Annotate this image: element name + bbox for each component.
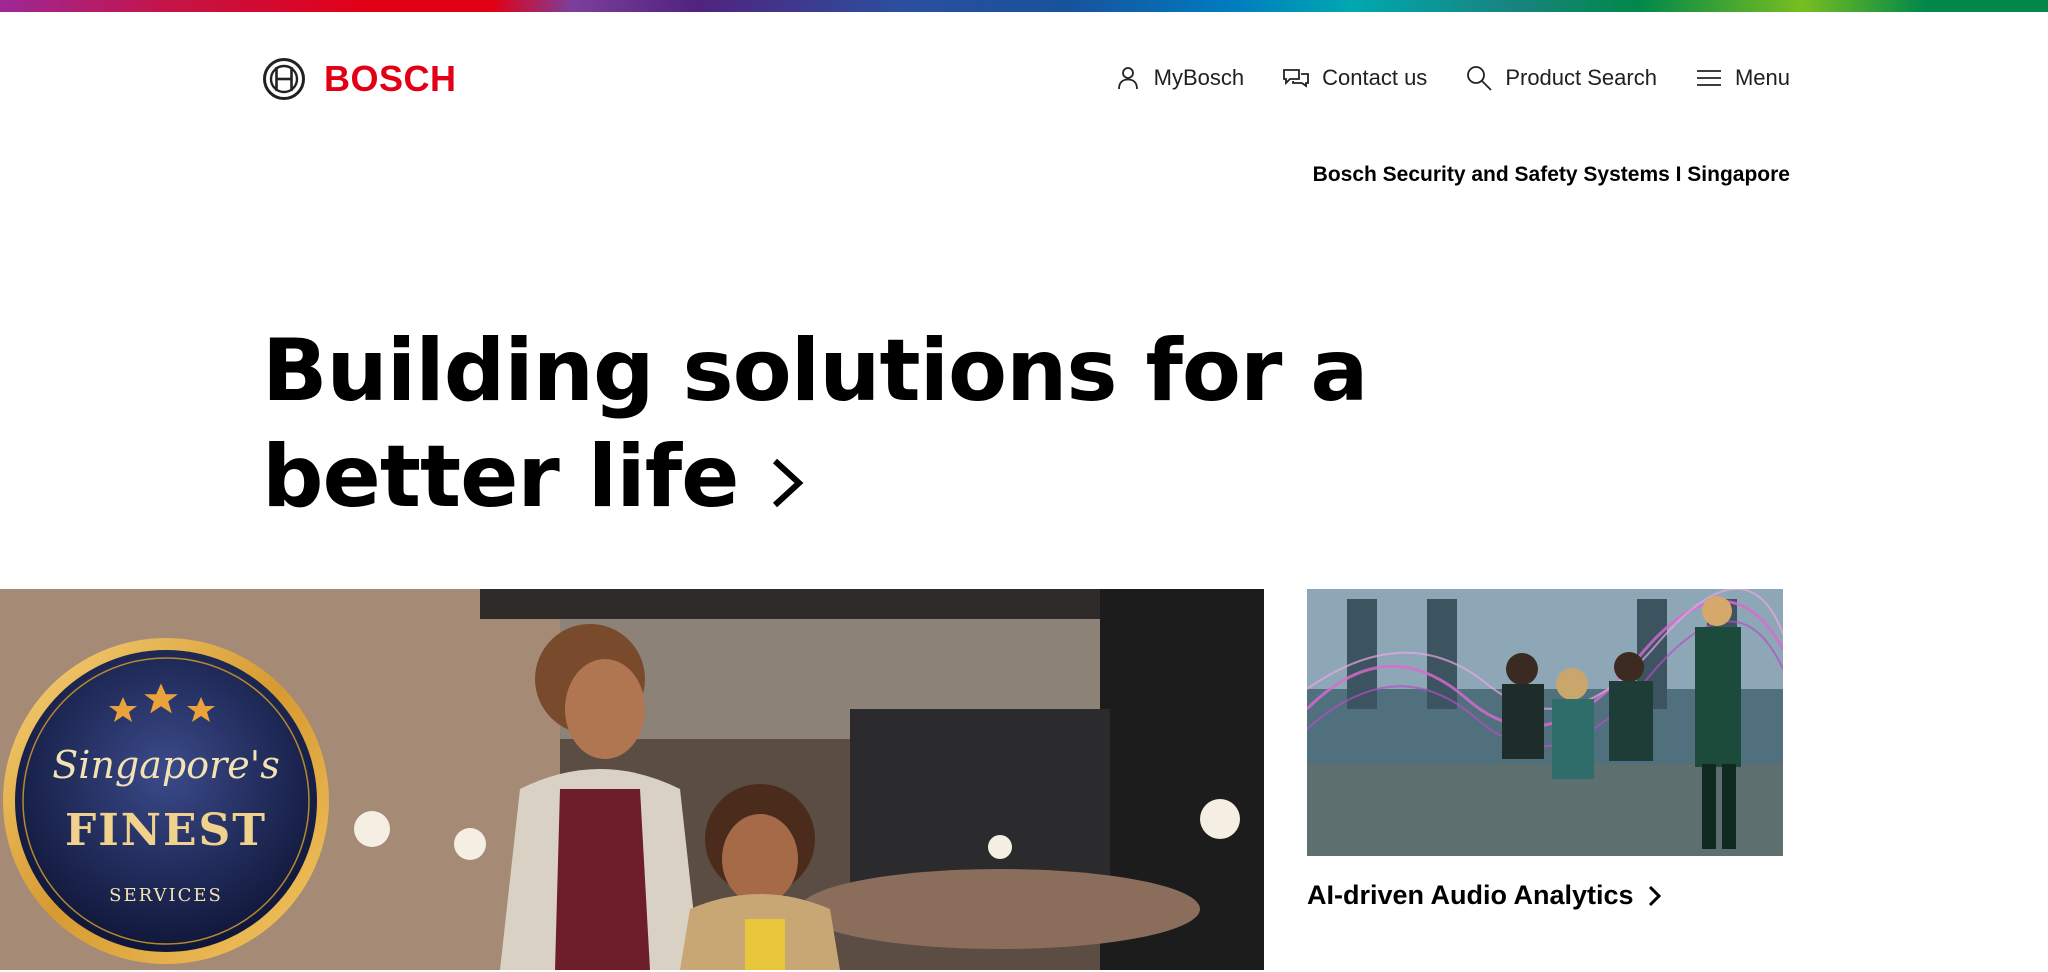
badge-line-3: SERVICES xyxy=(109,885,223,906)
nav-menu-label: Menu xyxy=(1734,65,1790,90)
star-icon xyxy=(144,683,178,714)
star-icon xyxy=(109,697,137,722)
chat-icon xyxy=(1283,69,1310,88)
user-icon xyxy=(1117,67,1138,90)
nav-mybosch-label: MyBosch xyxy=(1153,65,1245,90)
nav-product-search[interactable]: Product Search xyxy=(1465,64,1657,92)
badge-line-1: Singapore's xyxy=(52,743,280,787)
badge-line-2: FINEST xyxy=(64,805,268,856)
chevron-right-icon xyxy=(772,458,803,507)
star-icon xyxy=(187,697,215,722)
nav-mybosch[interactable]: MyBosch xyxy=(1114,64,1244,92)
supergraphic-bar xyxy=(0,0,2048,12)
nav-product-search-label: Product Search xyxy=(1505,65,1657,90)
nav-contact-us-label: Contact us xyxy=(1322,65,1428,90)
audio-analytics-label: AI-driven Audio Analytics xyxy=(1307,880,1634,910)
division-subtitle: Bosch Security and Safety Systems I Sing… xyxy=(1312,163,1790,186)
hero-title-link[interactable]: Building solutions for a better life xyxy=(262,318,1662,530)
bosch-armature-icon xyxy=(263,58,305,100)
hero-title-text: Building solutions for a better life xyxy=(262,321,1368,527)
audio-analytics-photo-illustration xyxy=(1307,589,1783,856)
singapores-finest-badge[interactable]: Singapore's FINEST SERVICES xyxy=(0,635,332,967)
top-nav: MyBosch Contact us Product Search Menu xyxy=(1114,64,1790,92)
hamburger-icon xyxy=(1696,70,1721,86)
audio-analytics-link[interactable]: AI-driven Audio Analytics xyxy=(1307,880,1662,911)
nav-contact-us[interactable]: Contact us xyxy=(1282,64,1427,92)
chevron-right-icon xyxy=(1648,885,1661,906)
site-header: BOSCH MyBosch Contact us Product Search xyxy=(262,56,1790,106)
search-icon xyxy=(1467,66,1492,91)
audio-analytics-image[interactable] xyxy=(1307,589,1783,856)
brand-name: BOSCH xyxy=(324,58,457,99)
nav-menu[interactable]: Menu xyxy=(1695,64,1790,92)
bosch-logo[interactable]: BOSCH xyxy=(262,56,457,102)
